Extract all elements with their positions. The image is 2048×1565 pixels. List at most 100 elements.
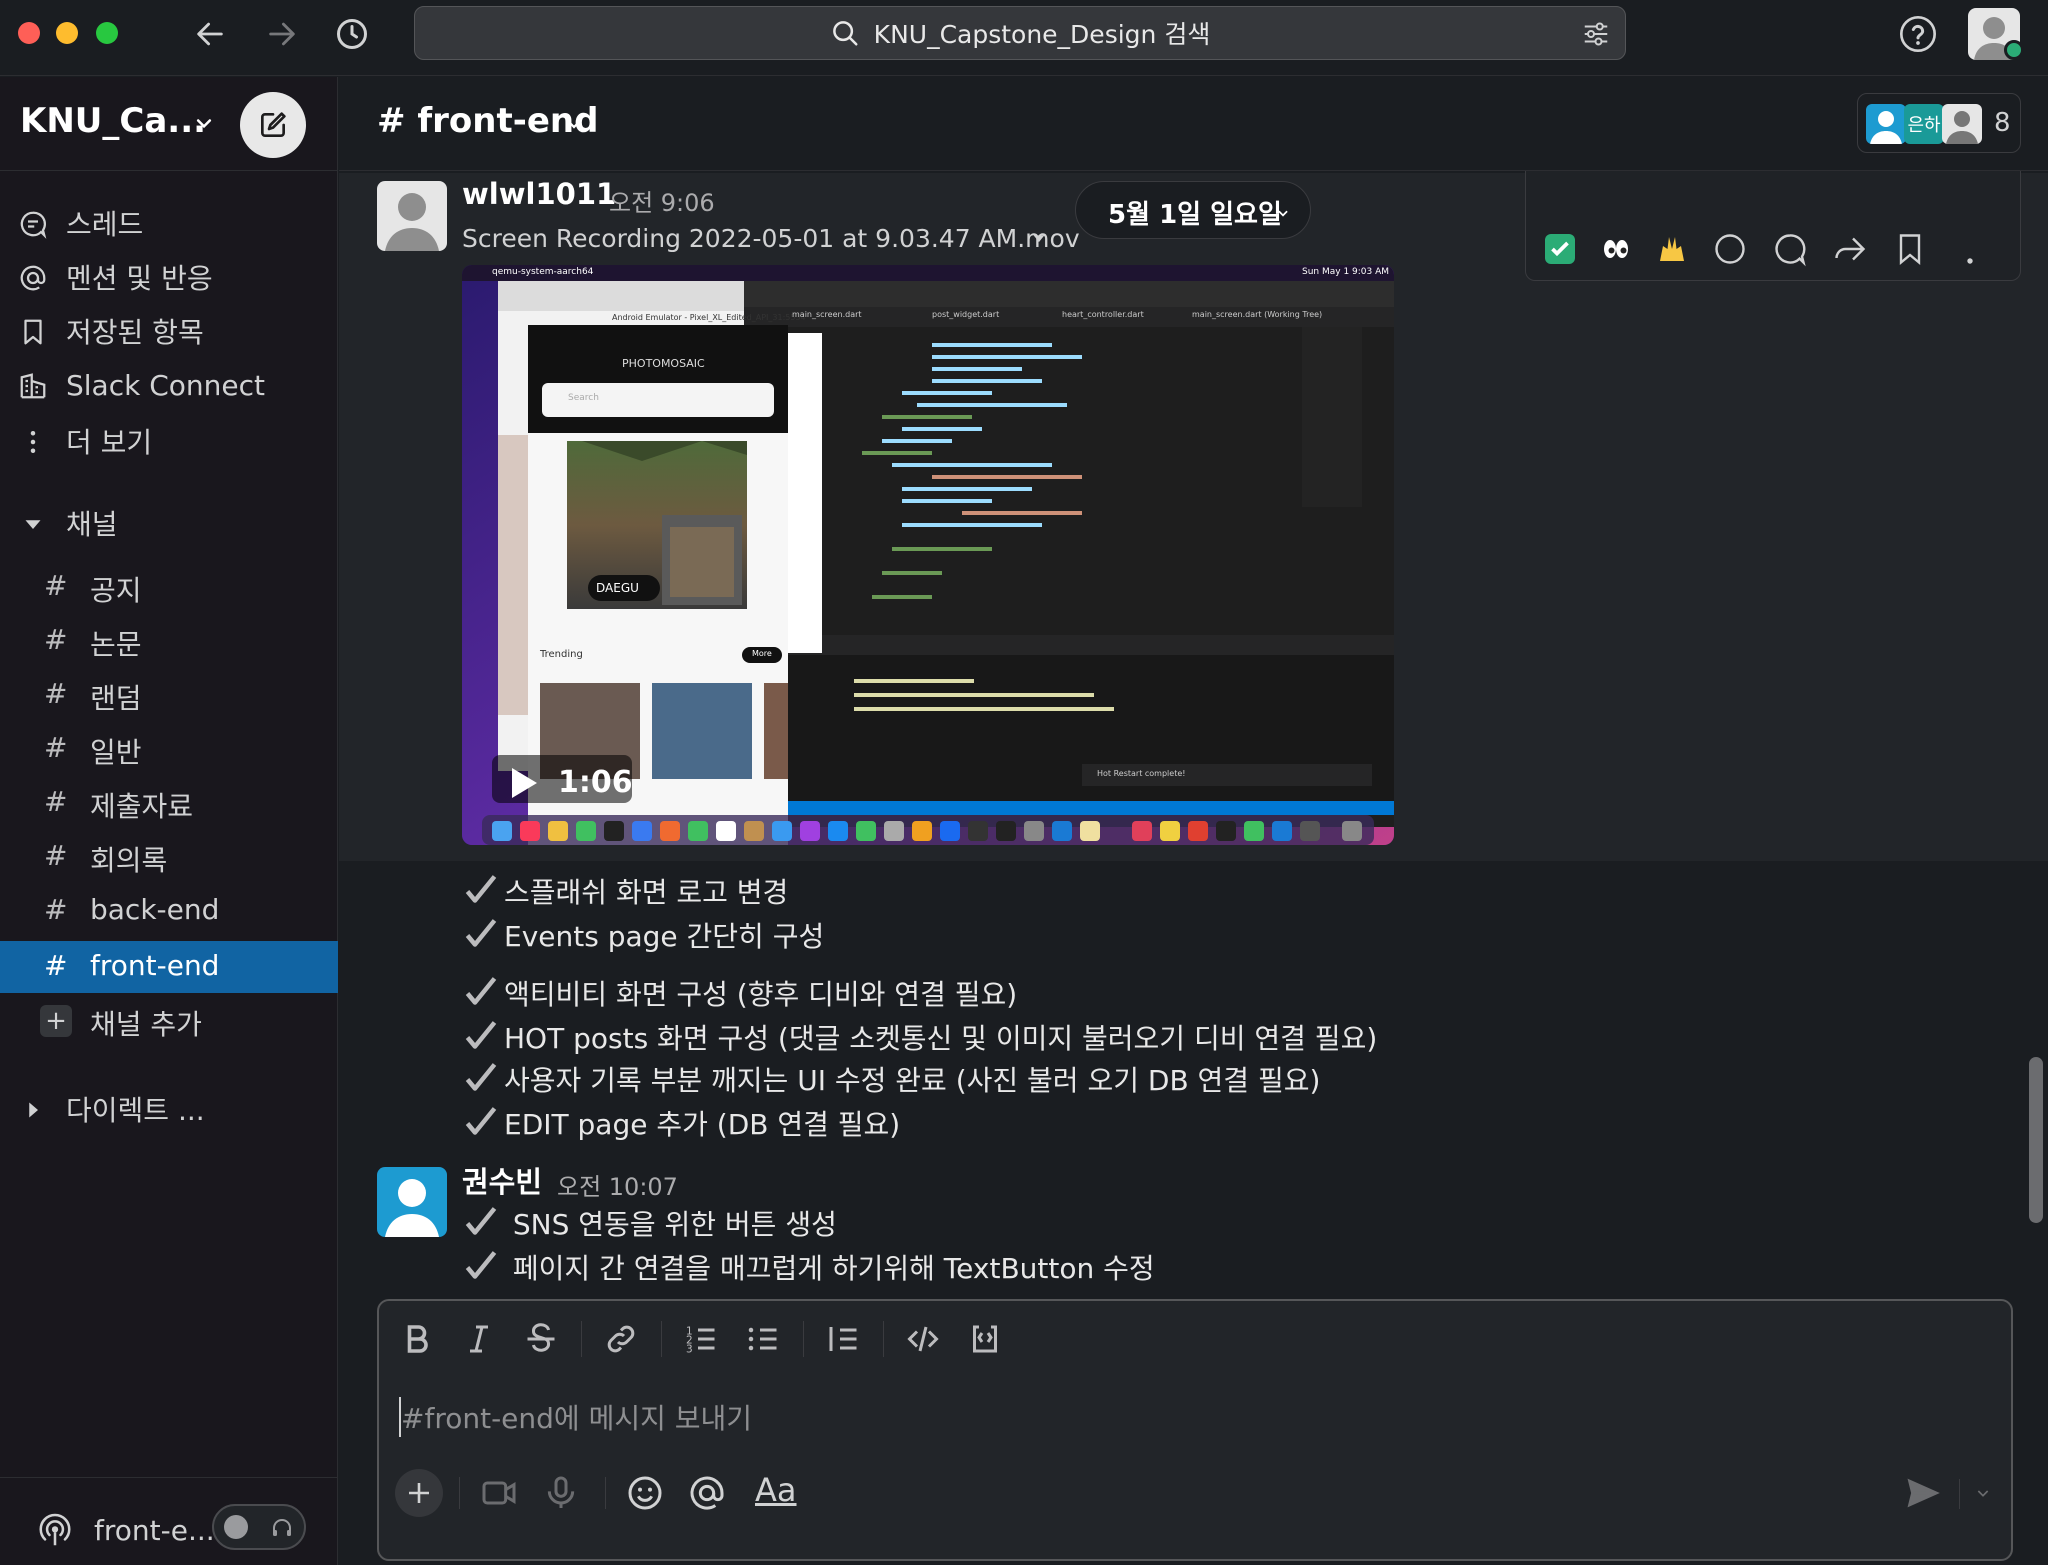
message-line: HOT posts 화면 구성 (댓글 소켓통신 및 이미지 불러오기 디비 연…: [462, 1017, 1377, 1057]
plus-icon: [409, 1483, 429, 1503]
heavy-check-icon: [465, 1207, 497, 1235]
add-reaction-icon[interactable]: [1712, 231, 1748, 267]
video-search-placeholder: Search: [568, 393, 599, 403]
huddle-channel-label: front-e...: [94, 1514, 215, 1547]
message-line-text: 사용자 기록 부분 깨지는 UI 수정 완료 (사진 불러 오기 DB 연결 필…: [504, 1064, 1321, 1097]
bullet-list-icon[interactable]: [745, 1321, 781, 1357]
raised-hands-reaction-icon[interactable]: [1654, 231, 1690, 267]
message-timestamp[interactable]: 오전 9:06: [609, 183, 715, 218]
attach-button[interactable]: [395, 1469, 443, 1517]
code-block-icon[interactable]: [967, 1321, 1003, 1357]
reply-thread-icon[interactable]: [1772, 231, 1808, 267]
formatting-toggle[interactable]: Aa: [755, 1471, 797, 1509]
channel-label: 논문: [90, 628, 142, 661]
video-attachment[interactable]: qemu-system-aarch64 Sun May 1 9:03 AM An…: [462, 265, 1394, 845]
date-divider-pill[interactable]: 5월 1일 일요일: [1075, 181, 1311, 239]
sidebar-channel-minutes[interactable]: # 회의록: [0, 831, 338, 883]
history-button[interactable]: [332, 14, 372, 54]
sidebar-item-threads[interactable]: 스레드: [0, 197, 338, 249]
ordered-list-icon[interactable]: 123: [683, 1321, 719, 1357]
strikethrough-icon[interactable]: [523, 1321, 559, 1357]
help-icon[interactable]: [1898, 14, 1938, 54]
message-line-text: HOT posts 화면 구성 (댓글 소켓통신 및 이미지 불러오기 디비 연…: [504, 1022, 1378, 1055]
hash-icon: #: [44, 839, 68, 872]
video-more-label: More: [752, 649, 772, 658]
video-menubar-title: qemu-system-aarch64: [492, 267, 594, 277]
italic-icon[interactable]: [461, 1321, 497, 1357]
add-channel-button[interactable]: + 채널 추가: [0, 995, 338, 1047]
members-button[interactable]: 은하 8: [1857, 93, 2021, 153]
video-thumbnail: [462, 265, 1394, 845]
toolbar-divider: [661, 1321, 662, 1357]
channel-label: back-end: [90, 893, 220, 926]
message-timestamp[interactable]: 오전 10:07: [557, 1167, 678, 1202]
hash-icon: #: [44, 623, 68, 656]
threads-icon: [20, 211, 47, 239]
back-button[interactable]: [190, 14, 230, 54]
arrow-right-icon: [269, 22, 295, 46]
link-icon[interactable]: [603, 1321, 639, 1357]
workspace-header[interactable]: KNU_Ca...: [0, 77, 338, 171]
caret-down-icon[interactable]: [1031, 230, 1047, 246]
clock-icon: [337, 19, 367, 49]
sidebar-channel-nonmun[interactable]: # 논문: [0, 615, 338, 667]
message-author[interactable]: 권수빈: [462, 1159, 542, 1201]
maximize-window-button[interactable]: [96, 22, 118, 44]
hash-icon: #: [44, 949, 68, 982]
eyes-reaction-icon[interactable]: [1598, 231, 1634, 267]
filter-sliders-icon[interactable]: [1581, 19, 1611, 49]
sidebar-channel-general[interactable]: # 일반: [0, 723, 338, 775]
attachment-file-name[interactable]: Screen Recording 2022-05-01 at 9.03.47 A…: [462, 224, 1080, 253]
video-editor-tab: main_screen.dart (Working Tree): [1192, 310, 1323, 319]
sidebar-channel-gongji[interactable]: # 공지: [0, 561, 338, 613]
sidebar-channel-random[interactable]: # 랜덤: [0, 669, 338, 721]
caret-right-icon: [29, 1102, 38, 1118]
close-window-button[interactable]: [18, 22, 40, 44]
sidebar-item-saved[interactable]: 저장된 항목: [0, 305, 338, 357]
compose-icon: [261, 112, 286, 137]
emoji-icon[interactable]: [625, 1473, 665, 1513]
channels-section-header[interactable]: 채널: [0, 497, 338, 549]
code-icon[interactable]: [905, 1321, 941, 1357]
chevron-down-icon: [567, 120, 581, 129]
play-icon[interactable]: [502, 763, 542, 803]
more-vertical-icon[interactable]: [1952, 231, 1988, 267]
bookmark-icon[interactable]: [1892, 231, 1928, 267]
svg-text:3: 3: [686, 1344, 693, 1356]
sidebar-channel-submissions[interactable]: # 제출자료: [0, 777, 338, 829]
channel-label: 공지: [90, 574, 142, 607]
member-count: 8: [1994, 108, 2011, 138]
mention-icon[interactable]: [687, 1473, 727, 1513]
bold-icon[interactable]: [399, 1321, 435, 1357]
send-icon[interactable]: [1905, 1475, 1941, 1511]
video-camera-icon[interactable]: [479, 1473, 519, 1513]
message-line-text: 스플래쉬 화면 로고 변경: [504, 876, 789, 909]
search-bar[interactable]: KNU_Capstone_Design 검색: [414, 6, 1626, 60]
message-author[interactable]: wlwl1011: [462, 177, 616, 211]
sidebar-item-slack-connect[interactable]: Slack Connect: [0, 359, 338, 411]
sidebar-channel-back-end[interactable]: # back-end: [0, 885, 338, 937]
sidebar-channel-front-end[interactable]: # front-end: [0, 941, 338, 993]
sidebar-item-mentions[interactable]: 멘션 및 반응: [0, 251, 338, 303]
add-channel-label: 채널 추가: [90, 1008, 202, 1041]
compose-button[interactable]: [240, 92, 306, 158]
chevron-down-icon[interactable]: [1975, 1485, 1991, 1501]
video-hot-restart: Hot Restart complete!: [1097, 769, 1186, 778]
scrollbar-thumb[interactable]: [2029, 1057, 2043, 1223]
share-forward-icon[interactable]: [1832, 231, 1868, 267]
blockquote-icon[interactable]: [825, 1321, 861, 1357]
avatar[interactable]: [377, 1167, 447, 1237]
workspace-name[interactable]: KNU_Ca...: [20, 101, 206, 141]
forward-button[interactable]: [262, 14, 302, 54]
checkmark-reaction-icon[interactable]: [1542, 231, 1578, 267]
minimize-window-button[interactable]: [56, 22, 78, 44]
sidebar-item-more[interactable]: 더 보기: [0, 415, 338, 467]
channel-label: 회의록: [90, 844, 168, 877]
section-label: 다이렉트 ...: [66, 1094, 205, 1127]
message-input[interactable]: #front-end에 메시지 보내기: [401, 1397, 752, 1437]
huddle-toggle[interactable]: [212, 1504, 306, 1550]
microphone-icon[interactable]: [541, 1473, 581, 1513]
avatar[interactable]: [377, 181, 447, 251]
search-text: KNU_Capstone_Design 검색: [873, 20, 1211, 49]
dm-section-header[interactable]: 다이렉트 ...: [0, 1083, 338, 1135]
